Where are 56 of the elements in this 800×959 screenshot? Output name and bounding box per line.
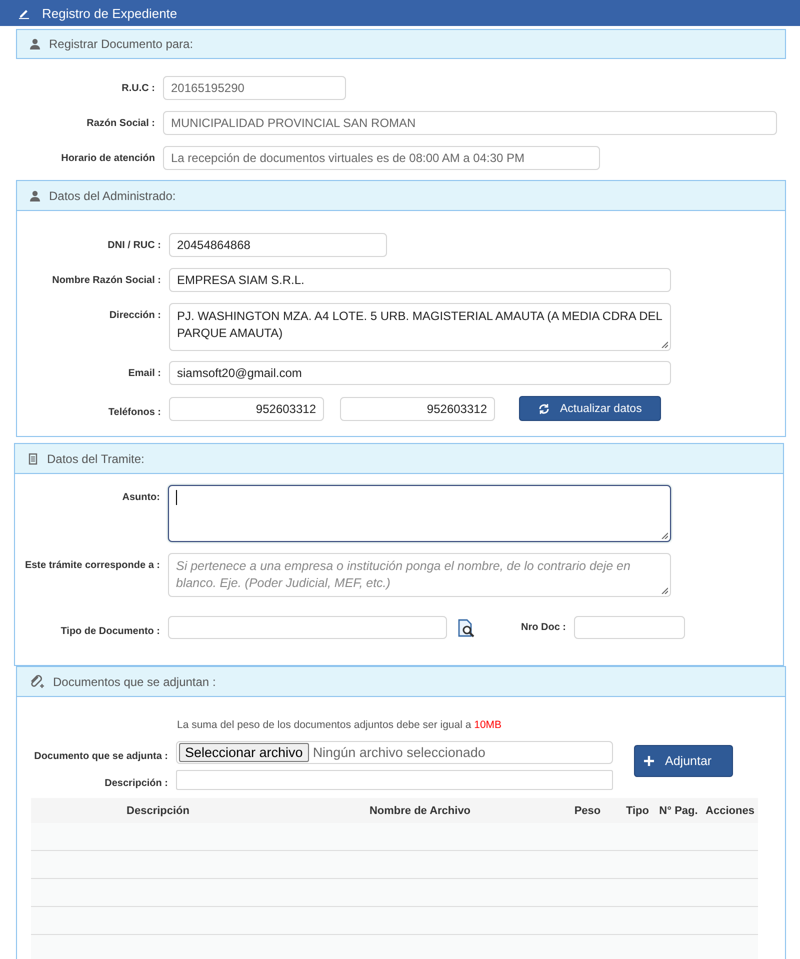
description-field[interactable] <box>176 770 613 790</box>
subject-field[interactable] <box>168 485 671 542</box>
paperclip-icon <box>29 674 45 690</box>
phone-field[interactable]: 952603312 <box>169 396 324 420</box>
plus-icon <box>643 755 655 767</box>
refresh-icon <box>538 402 550 414</box>
column-header: N° Pag. <box>655 798 702 823</box>
section-title: Documentos que se adjuntan : <box>53 674 216 688</box>
document-number-field[interactable] <box>574 616 685 639</box>
text-field[interactable]: 20454864868 <box>169 233 387 257</box>
text-field[interactable]: MUNICIPALIDAD PROVINCIAL SAN ROMAN <box>163 111 777 135</box>
text-area[interactable]: PJ. WASHINGTON MZA. A4 LOTE. 5 URB. MAGISTERIAL AMAUTA (A MEDIA CDRA DEL PARQUE AMAUTA) <box>169 303 671 351</box>
pencil-icon <box>18 7 30 19</box>
choose-file-button[interactable]: Seleccionar archivo <box>179 743 309 762</box>
search-document-icon[interactable] <box>456 618 476 638</box>
section-title: Datos del Tramite: <box>47 452 144 466</box>
field-label: Nombre Razón Social : <box>51 274 161 286</box>
text-field[interactable]: EMPRESA SIAM S.R.L. <box>169 268 671 292</box>
field-label: Horario de atención <box>60 152 155 164</box>
field-label: Tipo de Documento : <box>60 624 160 636</box>
field-label: DNI / RUC : <box>106 239 161 251</box>
field-label: R.U.C : <box>120 82 155 94</box>
size-note: La suma del peso de los documentos adjuntos debe ser igual a 10MB <box>177 719 503 731</box>
field-label: Email : <box>127 367 161 379</box>
user-icon <box>29 190 41 202</box>
column-header: Nombre de Archivo <box>285 798 555 823</box>
attach-button[interactable]: Adjuntar <box>634 745 733 777</box>
field-label: Este trámite corresponde a : <box>24 559 160 571</box>
file-field[interactable]: Seleccionar archivo Ningún archivo seleccionado <box>176 741 613 764</box>
phone-field[interactable]: 952603312 <box>340 396 495 420</box>
field-label: Documento que se adjunta : <box>33 750 168 762</box>
field-label: Asunto: <box>121 491 160 503</box>
field-label: Dirección : <box>108 309 161 321</box>
text-field[interactable]: siamsoft20@gmail.com <box>169 361 671 385</box>
field-label: Descripción : <box>104 777 168 789</box>
text-field[interactable]: La recepción de documentos virtuales es de 08:00 AM a 04:30 PM <box>163 146 600 170</box>
user-icon <box>29 38 41 50</box>
document-icon <box>27 452 39 464</box>
resize-grip-icon[interactable] <box>661 587 668 594</box>
window-title: Registro de Expediente <box>42 6 178 20</box>
document-type-field[interactable] <box>168 616 447 639</box>
resize-grip-icon[interactable] <box>661 341 668 348</box>
column-header: Acciones <box>702 798 758 823</box>
file-status: Ningún archivo seleccionado <box>312 745 486 760</box>
resize-grip-icon[interactable] <box>661 532 668 539</box>
text-field[interactable]: 20165195290 <box>163 76 346 100</box>
field-label: Razón Social : <box>86 117 155 129</box>
update-button[interactable]: Actualizar datos <box>519 396 661 421</box>
text-area[interactable]: Si pertenece a una empresa o institución ponga el nombre, de lo contrario deje en blanco. Eje. (Poder Judicial, MEF, etc.) <box>168 553 671 597</box>
section-title: Registrar Documento para: <box>49 37 194 51</box>
section-title: Datos del Administrado: <box>49 188 176 202</box>
column-header: Peso <box>555 798 620 823</box>
column-header: Descripción <box>31 798 285 823</box>
field-label: Teléfonos : <box>107 406 161 418</box>
field-label: Nro Doc : <box>520 622 566 633</box>
column-header: Tipo <box>620 798 655 823</box>
